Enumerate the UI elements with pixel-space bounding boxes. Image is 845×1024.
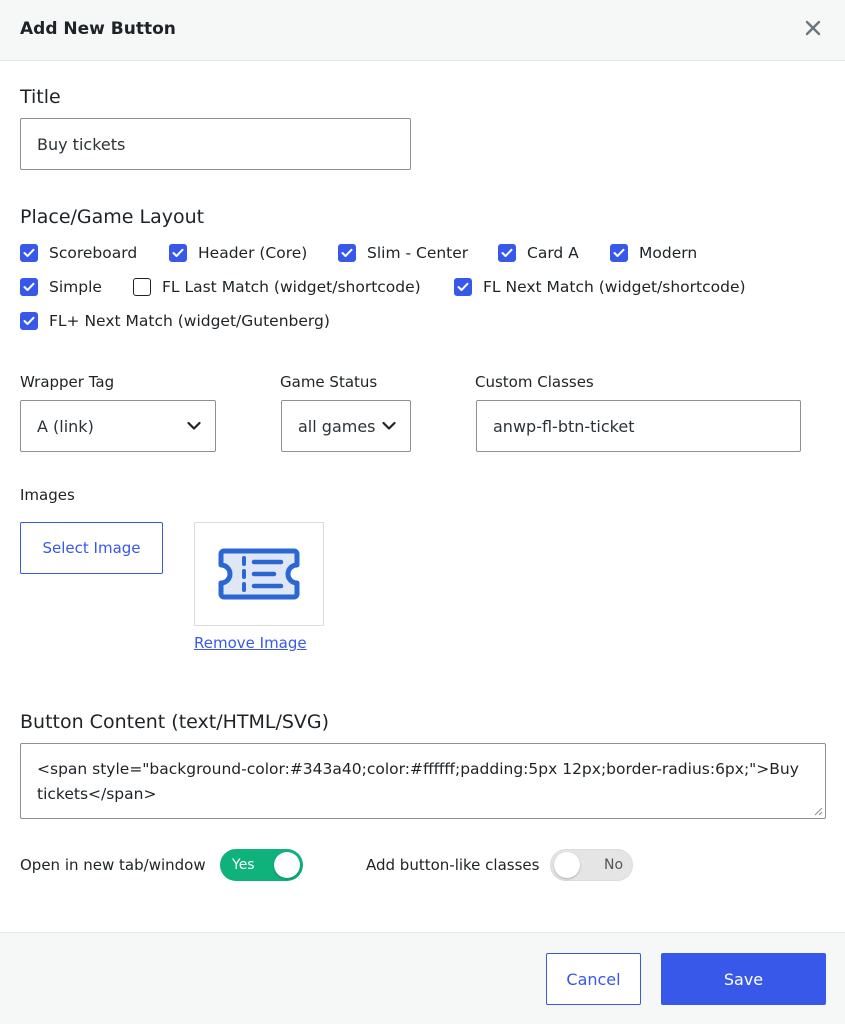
layout-option-label: Slim - Center [367,244,469,262]
custom-classes-label: Custom Classes [475,373,594,391]
select-image-button[interactable]: Select Image [20,522,163,574]
layout-option-label: Simple [49,278,102,296]
images-label: Images [20,486,75,504]
add-button-modal: Add New Button Title Place/Game Layout S… [0,0,845,1024]
title-label: Title [20,86,61,108]
toggle-knob [554,852,580,878]
button-content-value: <span style="background-color:#343a40;co… [37,760,799,803]
layout-option-fl-last-match[interactable]: FL Last Match (widget/shortcode) [133,278,421,296]
game-status-select[interactable]: all games [281,400,411,452]
modal-header: Add New Button [0,0,845,61]
layout-option-header-core[interactable]: Header (Core) [169,244,307,262]
chevron-down-icon [187,421,201,430]
game-status-label: Game Status [280,373,378,391]
layout-option-label: FL Next Match (widget/shortcode) [483,278,746,296]
checkbox-checked-icon[interactable] [454,278,472,296]
button-classes-toggle[interactable]: No [550,849,633,881]
new-tab-label: Open in new tab/window [20,856,206,874]
toggle-knob [274,852,300,878]
layout-label: Place/Game Layout [20,206,205,228]
layout-option-modern[interactable]: Modern [610,244,697,262]
remove-image-link[interactable]: Remove Image [194,634,307,652]
ticket-icon [218,548,300,600]
game-status-value: all games [298,416,376,436]
save-button[interactable]: Save [661,953,826,1005]
layout-option-scoreboard[interactable]: Scoreboard [20,244,137,262]
layout-option-card-a[interactable]: Card A [498,244,579,262]
checkbox-unchecked-icon[interactable] [133,278,151,296]
resize-grip-icon[interactable] [813,806,823,816]
layout-option-label: Scoreboard [49,244,138,262]
cancel-button[interactable]: Cancel [546,953,641,1005]
checkbox-checked-icon[interactable] [20,312,38,330]
button-classes-label: Add button-like classes [366,856,540,874]
checkbox-checked-icon[interactable] [610,244,628,262]
custom-classes-input[interactable] [476,400,801,452]
button-classes-state: No [604,857,624,873]
image-preview [194,522,324,626]
layout-option-slim-center[interactable]: Slim - Center [338,244,468,262]
title-input[interactable] [20,118,411,170]
layout-option-label: Header (Core) [198,244,308,262]
wrapper-tag-label: Wrapper Tag [20,373,115,391]
layout-option-label: Card A [527,244,579,262]
layout-option-label: FL+ Next Match (widget/Gutenberg) [49,312,330,330]
new-tab-state: Yes [232,857,255,873]
button-content-label: Button Content (text/HTML/SVG) [20,711,330,733]
checkbox-checked-icon[interactable] [169,244,187,262]
wrapper-tag-select[interactable]: A (link) [20,400,216,452]
layout-option-simple[interactable]: Simple [20,278,102,296]
wrapper-tag-value: A (link) [37,416,94,436]
layout-option-label: Modern [639,244,698,262]
close-icon [805,20,821,36]
chevron-down-icon [382,421,396,430]
button-content-textarea[interactable]: <span style="background-color:#343a40;co… [20,743,826,819]
modal-title: Add New Button [20,19,176,39]
layout-option-fl-plus-next-match[interactable]: FL+ Next Match (widget/Gutenberg) [20,312,330,330]
checkbox-checked-icon[interactable] [20,278,38,296]
layout-option-fl-next-match[interactable]: FL Next Match (widget/shortcode) [454,278,746,296]
new-tab-toggle[interactable]: Yes [220,849,303,881]
checkbox-checked-icon[interactable] [338,244,356,262]
checkbox-checked-icon[interactable] [20,244,38,262]
modal-footer: Cancel Save [0,932,845,1024]
close-button[interactable] [799,14,827,42]
checkbox-checked-icon[interactable] [498,244,516,262]
layout-option-label: FL Last Match (widget/shortcode) [162,278,421,296]
